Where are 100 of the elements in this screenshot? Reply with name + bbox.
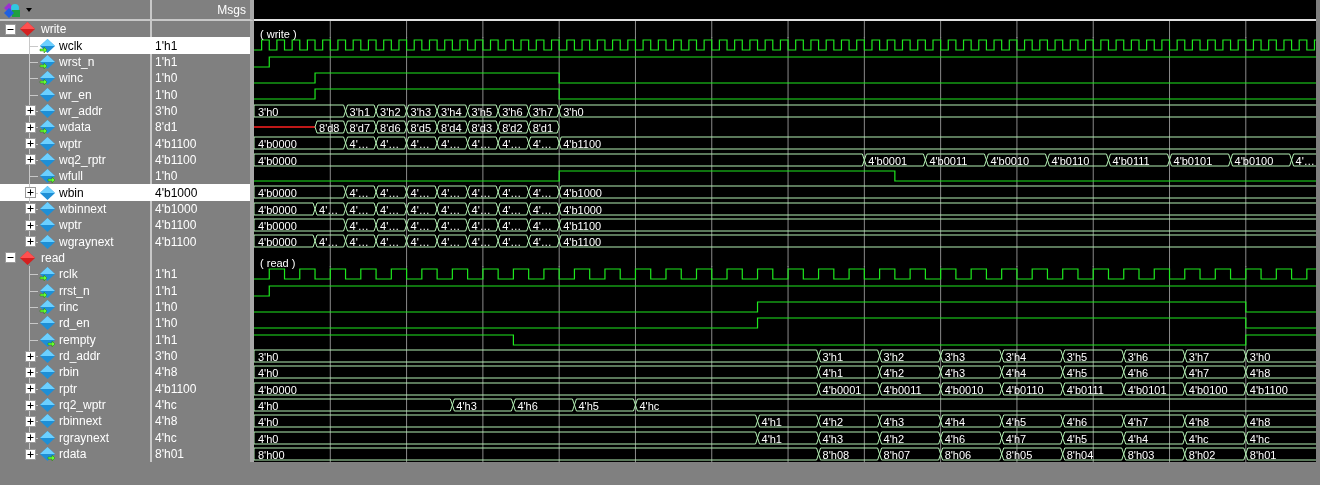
signal-name: rptr bbox=[59, 382, 77, 395]
bus-value: 4'… bbox=[502, 203, 522, 216]
expand-icon[interactable] bbox=[25, 415, 36, 427]
bus-value: 4'b1100 bbox=[563, 235, 602, 248]
signal-name: rdata bbox=[59, 448, 87, 461]
bus-value: 3'h3 bbox=[410, 105, 432, 118]
signal-value: 4'hc bbox=[155, 399, 177, 412]
bus-value: 8'd7 bbox=[349, 121, 370, 134]
bus-value: 4'b0101 bbox=[1173, 154, 1213, 167]
expand-icon[interactable] bbox=[25, 399, 36, 411]
signal-name: wr_addr bbox=[59, 104, 103, 117]
bus-value: 8'h02 bbox=[1188, 448, 1216, 461]
bus-value: 3'h5 bbox=[471, 105, 493, 118]
bus-value: 4'… bbox=[502, 219, 522, 232]
bus-value: 3'h6 bbox=[1127, 350, 1149, 363]
signal-value: 1'h1 bbox=[155, 333, 178, 346]
shapes-icon[interactable] bbox=[3, 1, 23, 18]
signal-name: rbin bbox=[59, 366, 79, 379]
signal-value: 8'd1 bbox=[155, 121, 178, 134]
bus-value: 4'b0111 bbox=[1066, 383, 1104, 396]
signal-name: rd_en bbox=[59, 317, 90, 330]
signal-name: rgraynext bbox=[59, 431, 110, 444]
bus-value: 3'h7 bbox=[532, 105, 554, 118]
signal-name: wr_en bbox=[59, 88, 92, 101]
bus-value: 4'h0 bbox=[258, 432, 279, 445]
expand-icon[interactable] bbox=[25, 187, 36, 199]
bus-value: 4'… bbox=[532, 186, 552, 199]
bus-value: 4'h5 bbox=[1066, 366, 1088, 379]
bus-value: 4'… bbox=[532, 203, 552, 216]
signal-value: 8'h01 bbox=[155, 448, 184, 461]
bus-value: 4'h1 bbox=[761, 432, 782, 445]
bus-value: 8'd3 bbox=[471, 121, 493, 134]
bus-value: 4'… bbox=[410, 219, 430, 232]
signal-value: 4'hc bbox=[155, 431, 177, 444]
signal-value: 3'h0 bbox=[155, 104, 178, 117]
bus-value: 8'd8 bbox=[319, 121, 340, 134]
signal-name: wgraynext bbox=[59, 235, 114, 248]
diamond-icon bbox=[19, 250, 36, 266]
bus-value: 4'h7 bbox=[1127, 415, 1149, 428]
bus-value: 4'b0010 bbox=[990, 154, 1030, 167]
signal-row[interactable]: wclk 1'h1 bbox=[0, 37, 254, 54]
bus-value: 8'h03 bbox=[1127, 448, 1155, 461]
caret-icon[interactable] bbox=[26, 7, 32, 12]
bus-value: 4'… bbox=[380, 235, 400, 248]
bus-value: 4'b0110 bbox=[1051, 154, 1090, 167]
signal-value: 1'h0 bbox=[155, 170, 178, 183]
signal-name: wrst_n bbox=[59, 55, 95, 68]
bus-value: 3'h0 bbox=[563, 105, 584, 118]
signal-name: rinc bbox=[59, 301, 79, 313]
bus-value: 4'… bbox=[319, 235, 339, 248]
bus-value: 4'h4 bbox=[1127, 432, 1149, 445]
signal-value: 1'h1 bbox=[155, 55, 178, 68]
expand-icon[interactable] bbox=[5, 252, 16, 264]
expand-icon[interactable] bbox=[25, 432, 36, 444]
expand-icon[interactable] bbox=[25, 105, 36, 117]
bus-value: 4'b1100 bbox=[563, 219, 602, 232]
signal-name: rbinnext bbox=[59, 415, 102, 428]
bus-value: 4'… bbox=[441, 235, 461, 248]
bus-value: 4'… bbox=[502, 137, 522, 150]
signal-value: 1'h0 bbox=[155, 317, 178, 330]
bus-value: 4'… bbox=[410, 186, 430, 199]
bus-value: 4'h3 bbox=[944, 366, 966, 379]
expand-icon[interactable] bbox=[25, 203, 36, 215]
bus-value: 4'… bbox=[471, 235, 491, 248]
bus-value: 3'h0 bbox=[258, 105, 279, 118]
signal-value: 1'h0 bbox=[155, 72, 178, 85]
signal-name: rclk bbox=[59, 268, 78, 281]
bus-value: 4'b0110 bbox=[1005, 383, 1044, 396]
expand-icon[interactable] bbox=[25, 138, 36, 150]
signal-row[interactable]: wbin 4'b1000 bbox=[0, 184, 254, 201]
bus-value: 4'h3 bbox=[456, 399, 477, 412]
signal-value: 1'h0 bbox=[155, 88, 178, 101]
group-label: ( write ) bbox=[260, 28, 297, 40]
column-header: Msgs bbox=[217, 1, 246, 19]
signal-value: 4'b1100 bbox=[155, 153, 197, 166]
expand-icon[interactable] bbox=[5, 23, 16, 35]
bus-value: 3'h2 bbox=[883, 350, 905, 363]
bus-value: 3'h0 bbox=[258, 350, 279, 363]
expand-icon[interactable] bbox=[25, 350, 36, 362]
bus-value: 4'… bbox=[1295, 154, 1315, 167]
bus-value: 3'h7 bbox=[1188, 350, 1210, 363]
bus-value: 4'… bbox=[441, 203, 461, 216]
expand-icon[interactable] bbox=[25, 121, 36, 133]
bus-value: 4'b0001 bbox=[868, 154, 908, 167]
signal-value: 4'b1100 bbox=[155, 235, 197, 248]
bus-value: 4'… bbox=[441, 137, 461, 150]
bus-value: 3'h1 bbox=[822, 350, 843, 363]
bus-value: 4'h2 bbox=[883, 432, 905, 445]
bus-value: 4'b0111 bbox=[1112, 154, 1150, 167]
bus-value: 4'h8 bbox=[1188, 415, 1210, 428]
signal-value: 4'b1000 bbox=[155, 186, 198, 199]
expand-icon[interactable] bbox=[25, 219, 36, 231]
bus-value: 4'h6 bbox=[1066, 415, 1088, 428]
signal-value: 1'h1 bbox=[155, 284, 178, 297]
signal-name: wbinnext bbox=[59, 202, 107, 215]
expand-icon[interactable] bbox=[25, 448, 36, 460]
expand-icon[interactable] bbox=[25, 236, 36, 248]
expand-icon[interactable] bbox=[25, 154, 36, 166]
expand-icon[interactable] bbox=[25, 366, 36, 378]
expand-icon[interactable] bbox=[25, 383, 36, 395]
